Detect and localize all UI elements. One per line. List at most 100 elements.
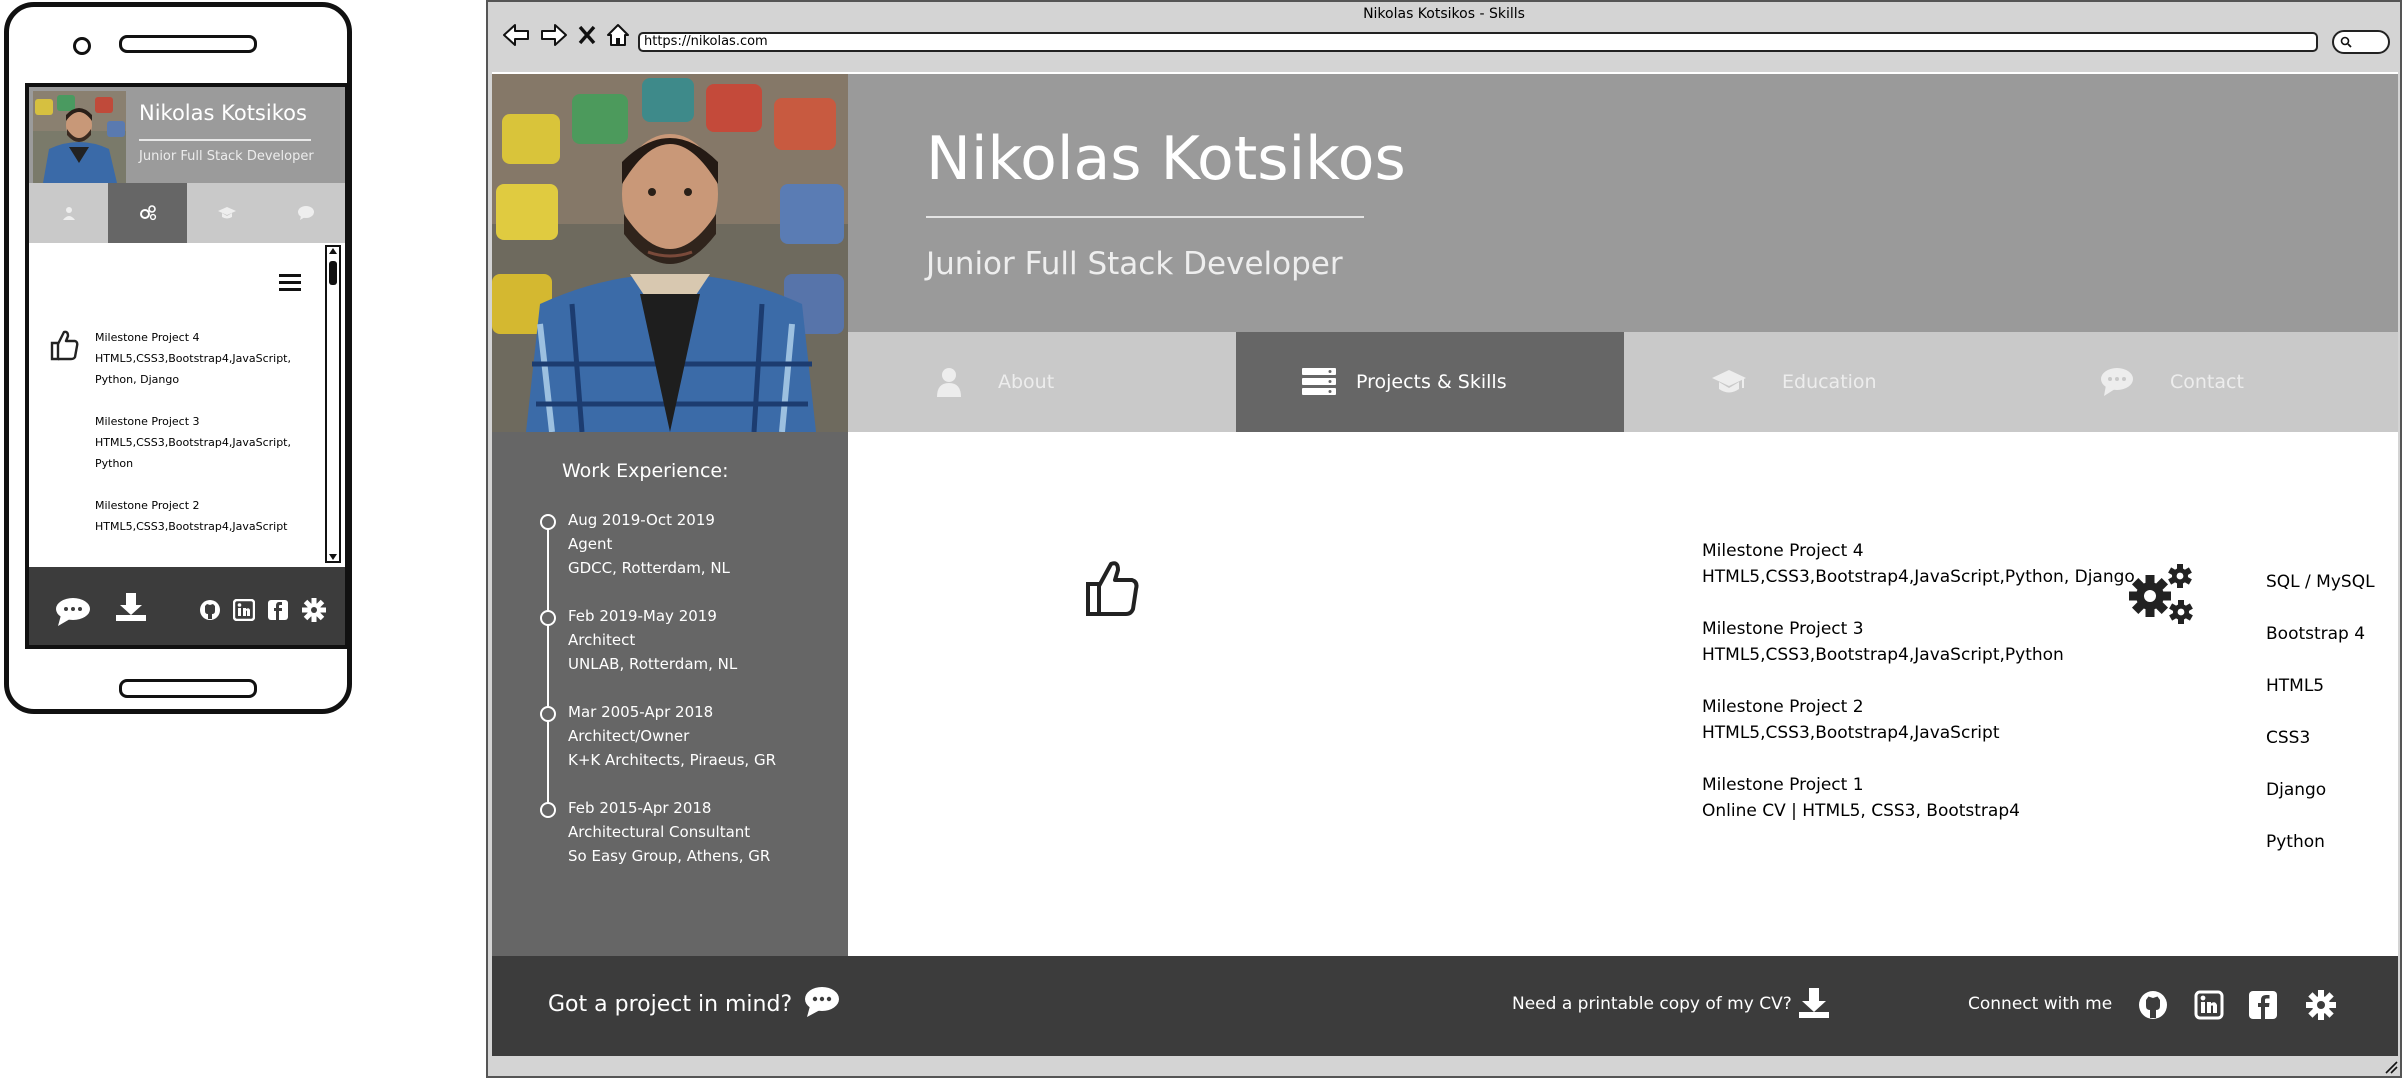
stop-icon[interactable] [578, 25, 596, 45]
mobile-tab-contact[interactable] [266, 183, 345, 243]
project-item: Milestone Project 2 HTML5,CSS3,Bootstrap… [1702, 694, 1999, 746]
scroll-up-arrow-icon[interactable] [329, 247, 337, 255]
github-icon[interactable] [199, 599, 221, 621]
mobile-name-divider [139, 139, 311, 141]
site-footer: Got a project in mind? Need a printable … [492, 956, 2398, 1056]
timeline-dot [540, 802, 556, 818]
scrollbar-thumb[interactable] [329, 261, 337, 285]
forward-arrow-icon[interactable] [540, 22, 568, 48]
name-divider [926, 216, 1364, 218]
mobile-project-item: Milestone Project 2 HTML5,CSS3,Bootstrap… [95, 495, 295, 537]
tab-contact[interactable]: Contact [2012, 332, 2398, 432]
facebook-icon[interactable] [2248, 990, 2278, 1020]
mobile-project-tech: HTML5,CSS3,Bootstrap4,JavaScript, [95, 436, 291, 449]
work-entry: Mar 2005-Apr 2018 Architect/Owner K+K Ar… [568, 700, 776, 772]
download-icon[interactable] [115, 591, 147, 623]
tab-label: Projects & Skills [1356, 371, 1507, 393]
mobile-project-tech: Python [95, 457, 134, 470]
project-tech: Online CV | HTML5, CSS3, Bootstrap4 [1702, 801, 2020, 821]
mobile-scrollbar[interactable] [325, 245, 341, 563]
skill-item: Python [2266, 832, 2325, 852]
linkedin-icon[interactable] [233, 599, 255, 621]
mobile-project-tech: HTML5,CSS3,Bootstrap4,JavaScript, [95, 352, 291, 365]
window-title: Nikolas Kotsikos - Skills [1363, 6, 1525, 22]
tab-about[interactable]: About [848, 332, 1236, 432]
phone-screen: Nikolas Kotsikos Junior Full Stack Devel… [25, 83, 349, 649]
tab-label: Education [1782, 371, 1877, 393]
work-title: Architect [568, 631, 636, 649]
user-icon [62, 207, 75, 220]
work-place: K+K Architects, Piraeus, GR [568, 751, 776, 769]
project-prompt: Got a project in mind? [548, 992, 793, 1017]
work-title: Agent [568, 535, 613, 553]
site-role: Junior Full Stack Developer [926, 246, 1343, 282]
skill-item: Bootstrap 4 [2266, 624, 2366, 644]
chat-icon [2101, 368, 2133, 396]
facebook-icon[interactable] [267, 599, 289, 621]
search-icon [2340, 36, 2352, 48]
projects-skills-content: Milestone Project 4 HTML5,CSS3,Bootstrap… [848, 432, 2398, 956]
skill-item: HTML5 [2266, 676, 2325, 696]
tab-projects-skills[interactable]: Projects & Skills [1236, 332, 1624, 432]
github-icon[interactable] [2138, 990, 2168, 1020]
phone-home-button [119, 679, 257, 698]
mobile-footer [29, 567, 345, 645]
work-title: Architect/Owner [568, 727, 690, 745]
address-bar[interactable]: https://nikolas.com [638, 32, 2318, 52]
gears-icon [2129, 564, 2193, 624]
linkedin-icon[interactable] [2194, 990, 2224, 1020]
mobile-role: Junior Full Stack Developer [139, 149, 314, 164]
skill-item: SQL / MySQL [2266, 572, 2375, 592]
work-experience-title: Work Experience: [562, 460, 729, 482]
project-name: Milestone Project 2 [1702, 697, 1864, 717]
mobile-project-name: Milestone Project 4 [95, 331, 200, 344]
project-name: Milestone Project 3 [1702, 619, 1864, 639]
project-item: Milestone Project 1 Online CV | HTML5, C… [1702, 772, 2020, 824]
server-icon [1302, 368, 1336, 395]
mobile-tab-projects-skills[interactable] [108, 183, 187, 243]
thumbs-up-icon [1086, 561, 1139, 616]
mobile-header: Nikolas Kotsikos Junior Full Stack Devel… [29, 87, 345, 183]
timeline-dot [540, 514, 556, 530]
project-name: Milestone Project 1 [1702, 775, 1864, 795]
mobile-name: Nikolas Kotsikos [139, 101, 307, 125]
chat-icon[interactable] [804, 986, 840, 1018]
chat-icon [297, 206, 314, 220]
mobile-tab-bar [29, 183, 345, 243]
work-entry: Aug 2019-Oct 2019 Agent GDCC, Rotterdam,… [568, 508, 730, 580]
mobile-tab-about[interactable] [29, 183, 108, 243]
back-arrow-icon[interactable] [502, 22, 530, 48]
cv-prompt: Need a printable copy of my CV? [1512, 994, 1792, 1014]
phone-camera [73, 37, 91, 55]
download-icon[interactable] [1798, 986, 1830, 1020]
tab-label: Contact [2170, 371, 2244, 393]
gear-icon[interactable] [2304, 988, 2338, 1022]
project-name: Milestone Project 4 [1702, 541, 1864, 561]
work-place: GDCC, Rotterdam, NL [568, 559, 730, 577]
mobile-project-item: Milestone Project 4 HTML5,CSS3,Bootstrap… [95, 327, 295, 390]
mobile-project-tech: Python, Django [95, 373, 180, 386]
chat-icon[interactable] [55, 597, 91, 627]
tab-education[interactable]: Education [1624, 332, 2012, 432]
mobile-project-tech: HTML5,CSS3,Bootstrap4,JavaScript [95, 520, 288, 533]
thumbs-up-icon [49, 329, 79, 361]
profile-photo [492, 74, 848, 432]
gear-icon[interactable] [301, 597, 327, 623]
home-icon[interactable] [606, 23, 630, 47]
user-icon [937, 368, 961, 397]
hamburger-menu-icon[interactable] [279, 273, 301, 293]
mobile-project-name: Milestone Project 3 [95, 415, 200, 428]
mobile-tab-education[interactable] [187, 183, 266, 243]
scroll-down-arrow-icon[interactable] [329, 553, 337, 561]
browser-search-box[interactable] [2332, 30, 2390, 54]
phone-mockup: Nikolas Kotsikos Junior Full Stack Devel… [4, 2, 352, 714]
work-dates: Feb 2015-Apr 2018 [568, 799, 712, 817]
resize-grip-icon[interactable] [2384, 1060, 2398, 1074]
work-dates: Mar 2005-Apr 2018 [568, 703, 714, 721]
browser-nav-buttons [502, 22, 630, 48]
gears-icon [139, 205, 156, 221]
work-place: So Easy Group, Athens, GR [568, 847, 771, 865]
graduation-cap-icon [217, 207, 236, 219]
work-dates: Feb 2019-May 2019 [568, 607, 717, 625]
project-tech: HTML5,CSS3,Bootstrap4,JavaScript,Python,… [1702, 567, 2135, 587]
